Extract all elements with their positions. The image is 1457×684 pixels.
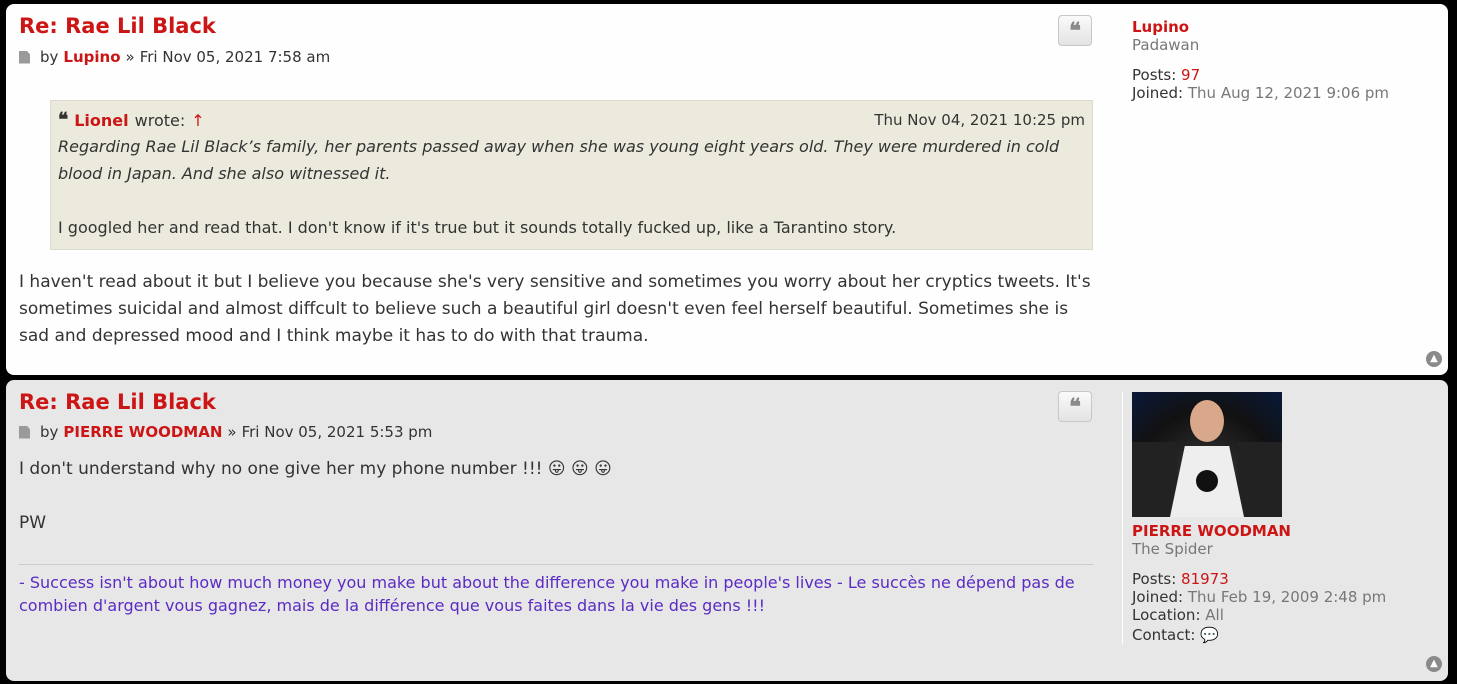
post-1: Re: Rae Lil Black by Lupino » Fri Nov 05… [6, 4, 1448, 375]
posts-label: Posts: [1132, 570, 1177, 588]
post-profile: PIERRE WOODMAN The Spider Posts: 81973 J… [1132, 522, 1386, 644]
post-title[interactable]: Re: Rae Lil Black [19, 390, 216, 414]
post-2: Re: Rae Lil Black by PIERRE WOODMAN » Fr… [6, 380, 1448, 681]
posts-label: Posts: [1132, 66, 1177, 84]
profile-divider [1122, 392, 1123, 644]
post-author-link[interactable]: PIERRE WOODMAN [63, 423, 222, 441]
chevron-up-icon: ▲ [1430, 658, 1438, 669]
contact-label: Contact: [1132, 626, 1196, 644]
by-label: by [40, 423, 59, 441]
post-profile: Lupino Padawan Posts: 97 Joined: Thu Aug… [1132, 18, 1389, 102]
profile-posts-count[interactable]: 97 [1181, 66, 1200, 84]
post-title[interactable]: Re: Rae Lil Black [19, 14, 216, 38]
chevron-up-icon: ▲ [1430, 353, 1438, 364]
quote-icon: ❝ [1069, 393, 1081, 420]
quote-block: ❝ Lionel wrote: ↑ Thu Nov 04, 2021 10:25… [50, 100, 1093, 250]
document-icon[interactable] [19, 425, 30, 439]
post-meta: by PIERRE WOODMAN » Fri Nov 05, 2021 5:5… [19, 423, 432, 441]
quote-wrote-label: wrote: [134, 110, 186, 130]
location-label: Location: [1132, 606, 1201, 624]
post-body-line-2: PW [19, 513, 47, 533]
post-meta: by Lupino » Fri Nov 05, 2021 7:58 am [19, 48, 330, 66]
joined-label: Joined: [1132, 84, 1184, 102]
meta-separator: » [125, 48, 135, 66]
meta-separator: » [227, 423, 237, 441]
post-body-line-1: I don't understand why no one give her m… [19, 459, 612, 479]
quote-mark-icon: ❝ [58, 109, 69, 131]
profile-rank: The Spider [1132, 540, 1213, 558]
post-signature: - Success isn't about how much money you… [19, 564, 1093, 617]
quote-source-arrow-icon[interactable]: ↑ [191, 111, 204, 130]
back-to-top-button[interactable]: ▲ [1426, 656, 1442, 672]
post-date: Fri Nov 05, 2021 5:53 pm [241, 423, 433, 441]
quote-header: ❝ Lionel wrote: ↑ Thu Nov 04, 2021 10:25… [58, 109, 1085, 131]
quote-text-italic: Regarding Rae Lil Black’s family, her pa… [58, 137, 1060, 183]
avatar[interactable] [1132, 392, 1282, 517]
quote-icon: ❝ [1069, 17, 1081, 44]
profile-joined: Thu Feb 19, 2009 2:48 pm [1187, 588, 1387, 606]
post-date: Fri Nov 05, 2021 7:58 am [139, 48, 331, 66]
profile-location: All [1205, 606, 1224, 624]
profile-divider [1122, 16, 1123, 316]
document-icon[interactable] [19, 50, 30, 64]
profile-username[interactable]: PIERRE WOODMAN [1132, 522, 1386, 540]
by-label: by [40, 48, 59, 66]
speech-bubble-icon[interactable]: 💬 [1200, 626, 1219, 644]
post-author-link[interactable]: Lupino [63, 48, 120, 66]
profile-joined: Thu Aug 12, 2021 9:06 pm [1187, 84, 1390, 102]
back-to-top-button[interactable]: ▲ [1426, 351, 1442, 367]
quote-text-plain: I googled her and read that. I don't kno… [58, 218, 897, 237]
quote-author-link[interactable]: Lionel [74, 111, 128, 130]
joined-label: Joined: [1132, 588, 1184, 606]
profile-posts-count[interactable]: 81973 [1181, 570, 1229, 588]
quote-button[interactable]: ❝ [1058, 391, 1092, 422]
quote-button[interactable]: ❝ [1058, 15, 1092, 46]
profile-rank: Padawan [1132, 36, 1200, 54]
quote-date: Thu Nov 04, 2021 10:25 pm [874, 111, 1085, 129]
profile-username[interactable]: Lupino [1132, 18, 1389, 36]
post-body: I haven't read about it but I believe yo… [19, 272, 1091, 346]
